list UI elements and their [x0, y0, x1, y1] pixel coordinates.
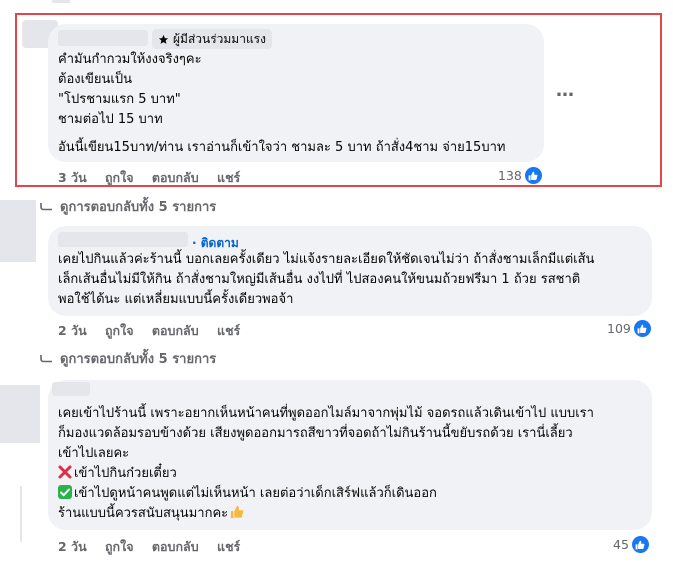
cross-line-text: เข้าไปกินก๋วยเตี๋ยว: [74, 466, 177, 481]
cross-mark-icon: [58, 465, 72, 479]
reaction-number: 109: [607, 321, 631, 336]
top-residual-line: [52, 0, 70, 3]
comment-actions-2: 2 วัน ถูกใจ ตอบกลับ แชร์: [58, 321, 254, 341]
reaction-number: 45: [613, 537, 629, 552]
share-button[interactable]: แชร์: [217, 539, 240, 554]
comment-line: ร้านแบบนี้ควรสนับสนุนมากคะ: [58, 504, 648, 524]
reply-arrow-icon: [40, 354, 52, 362]
comment-line: ก็มองแวดล้อมรอบข้างด้วย เสียงพูดออกมารถส…: [58, 426, 573, 441]
view-replies-label: ดูการตอบกลับทั้ง 5 รายการ: [60, 200, 217, 215]
highlight-box: [15, 13, 662, 187]
view-replies-label: ดูการตอบกลับทั้ง 5 รายการ: [60, 352, 217, 367]
avatar[interactable]: [0, 385, 40, 443]
timestamp[interactable]: 2 วัน: [58, 539, 87, 554]
view-replies-link-2[interactable]: ดูการตอบกลับทั้ง 5 รายการ: [40, 348, 216, 369]
like-button[interactable]: ถูกใจ: [105, 323, 134, 338]
check-line-text: เข้าไปดูหน้าคนพูดแต่ไม่เห็นหน้า เลยต่อว่…: [74, 486, 437, 501]
comment-actions-3: 2 วัน ถูกใจ ตอบกลับ แชร์: [58, 537, 254, 557]
comment-line: เล็กเส้นอื่นไม่มีให้กิน ถ้าสั่งชามใหญ่มี…: [58, 272, 581, 287]
comment-line: เคยเข้าไปร้านนี้ เพราะอยากเห็นหน้าคนที่พ…: [58, 406, 594, 421]
avatar[interactable]: [0, 200, 36, 262]
thumbs-up-emoji-icon: [231, 505, 244, 519]
check-mark-icon: [58, 485, 72, 499]
comment-line: เข้าไปกินก๋วยเตี๋ยว: [58, 464, 648, 484]
comment-line: เคยไปกินแล้วค่ะร้านนี้ บอกเลยครั้งเดียว …: [58, 252, 595, 267]
comment-line: เข้าไปเลยคะ: [58, 446, 130, 461]
reaction-count-3[interactable]: 45: [613, 536, 649, 553]
share-button[interactable]: แชร์: [217, 323, 240, 338]
author-name-blurred[interactable]: [58, 232, 188, 247]
comment-text-3: เคยเข้าไปร้านนี้ เพราะอยากเห็นหน้าคนที่พ…: [58, 404, 648, 524]
last-line-text: ร้านแบบนี้ควรสนับสนุนมากคะ: [58, 506, 229, 521]
reaction-count-2[interactable]: 109: [607, 320, 651, 337]
comment-line: พอใช้ได้นะ แต่เหลี่ยมแบบนี้ครั้งเดียวพอจ…: [58, 292, 294, 307]
like-thumb-icon: [633, 320, 651, 337]
view-replies-link-1[interactable]: ดูการตอบกลับทั้ง 5 รายการ: [40, 196, 216, 217]
reply-button[interactable]: ตอบกลับ: [152, 539, 199, 554]
timestamp[interactable]: 2 วัน: [58, 323, 87, 338]
reply-button[interactable]: ตอบกลับ: [152, 323, 199, 338]
comment-text-2: เคยไปกินแล้วค่ะร้านนี้ บอกเลยครั้งเดียว …: [58, 250, 648, 310]
reply-arrow-icon: [40, 202, 52, 210]
author-name-blurred[interactable]: [52, 382, 90, 396]
comment-line: เข้าไปดูหน้าคนพูดแต่ไม่เห็นหน้า เลยต่อว่…: [58, 484, 648, 504]
thread-connector: [20, 486, 22, 542]
like-button[interactable]: ถูกใจ: [105, 539, 134, 554]
like-thumb-icon: [631, 536, 649, 553]
